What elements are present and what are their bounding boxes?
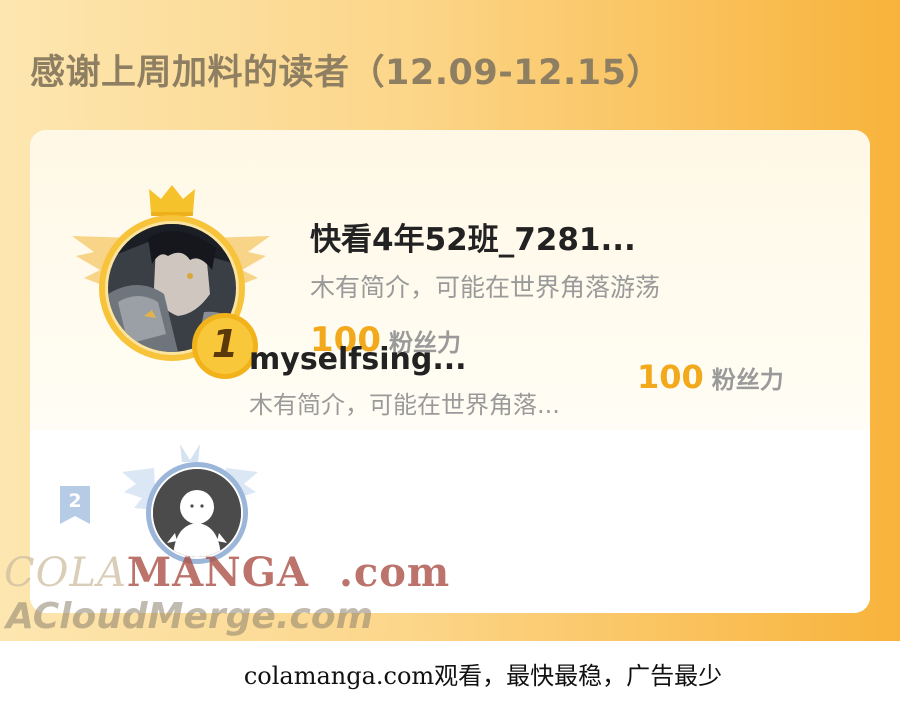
rank-2-fans-unit: 粉丝力 — [711, 366, 784, 394]
rank-1-username[interactable]: 快看4年52班_7281... — [310, 214, 636, 259]
default-avatar-icon — [153, 469, 241, 557]
rank-2-avatar[interactable] — [153, 469, 241, 557]
watermark-colamanga: COLAMANGA .com — [4, 549, 451, 596]
rank-2-badge-icon: 2 — [60, 486, 90, 524]
footer-caption: colamanga.com观看，最快最稳，广告最少 — [243, 662, 723, 690]
rank-2-username[interactable]: myselfsing... — [249, 342, 467, 377]
watermark-acloudmerge: ACloudMerge.com — [6, 596, 374, 637]
page-title: 感谢上周加料的读者（12.09-12.15） — [30, 53, 662, 93]
rank-2-fans: 100 粉丝力 — [637, 358, 784, 396]
supporters-panel: 感谢上周加料的读者（12.09-12.15） 1 快看4年52班_7281...… — [0, 0, 900, 641]
rank-2-number: 2 — [68, 490, 82, 512]
rank-2-bio: 木有简介，可能在世界角落... — [249, 391, 560, 419]
rank-1-bio: 木有简介，可能在世界角落游荡 — [310, 273, 661, 302]
crown-icon — [149, 185, 195, 216]
rank-2-fans-count: 100 — [637, 358, 704, 396]
